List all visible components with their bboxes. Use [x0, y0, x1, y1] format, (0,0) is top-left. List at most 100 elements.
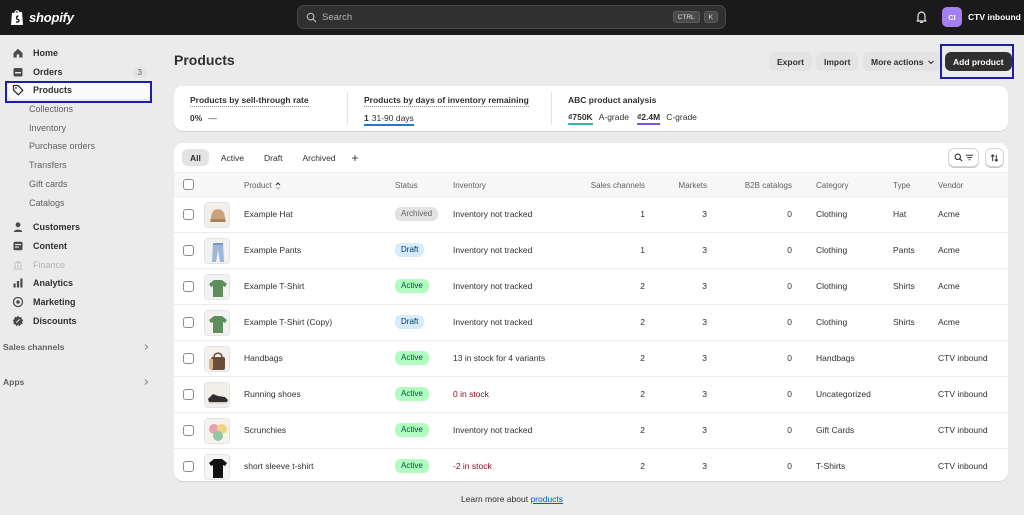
row-checkbox[interactable]: [183, 245, 194, 256]
row-checkbox[interactable]: [183, 353, 194, 364]
row-checkbox[interactable]: [183, 209, 194, 220]
store-avatar: CI: [942, 7, 962, 27]
learn-more-footer: Learn more about products: [0, 494, 1024, 504]
days-inventory-metric[interactable]: Products by days of inventory remaining …: [364, 95, 529, 126]
sales-channels-column-header[interactable]: Sales channels: [570, 181, 645, 190]
sales-channels-value: 2: [640, 425, 645, 435]
row-checkbox[interactable]: [183, 389, 194, 400]
products-help-link[interactable]: products: [530, 494, 563, 504]
product-name[interactable]: short sleeve t-shirt: [244, 461, 313, 471]
sidebar-item-collections[interactable]: Collections: [8, 100, 150, 118]
sales-channels-section[interactable]: Sales channels: [3, 340, 150, 354]
b2b-catalogs-column-header[interactable]: B2B catalogs: [722, 181, 792, 190]
table-row[interactable]: Example Pants Draft Inventory not tracked 1…: [174, 233, 1008, 269]
select-all-checkbox[interactable]: [183, 179, 194, 190]
markets-value: 3: [702, 245, 707, 255]
days-inventory-title: Products by days of inventory remaining: [364, 95, 529, 107]
sidebar-item-catalogs[interactable]: Catalogs: [8, 194, 150, 212]
product-column-header[interactable]: Product: [244, 181, 281, 190]
sidebar-item-discounts[interactable]: Discounts: [8, 312, 150, 330]
search-bar[interactable]: CTRL K: [297, 5, 726, 29]
sidebar-item-marketing[interactable]: Marketing: [8, 293, 150, 311]
status-column-header[interactable]: Status: [395, 181, 418, 190]
product-name[interactable]: Example T-Shirt (Copy): [244, 317, 332, 327]
learn-more-text: Learn more about: [460, 494, 529, 504]
markets-column-header[interactable]: Markets: [658, 181, 707, 190]
tab-active[interactable]: Active: [213, 149, 252, 166]
sidebar-item-label: Content: [33, 241, 67, 251]
b2b-catalogs-value: 0: [787, 425, 792, 435]
search-input[interactable]: [322, 11, 673, 23]
table-row[interactable]: Example T-Shirt Active Inventory not track…: [174, 269, 1008, 305]
sidebar-item-transfers[interactable]: Transfers: [8, 156, 150, 174]
vendor-value: CTV inbound: [938, 461, 988, 471]
tab-draft[interactable]: Draft: [256, 149, 290, 166]
sales-channels-value: 2: [640, 389, 645, 399]
days-inventory-range: 31-90 days: [371, 113, 414, 123]
sidebar-item-gift-cards[interactable]: Gift cards: [8, 175, 150, 193]
table-row[interactable]: Example Hat Archived Inventory not tracked…: [174, 197, 1008, 233]
sidebar-item-analytics[interactable]: Analytics: [8, 274, 150, 292]
vendor-value: CTV inbound: [938, 353, 988, 363]
sort-arrows-icon: [990, 153, 999, 162]
product-name[interactable]: Scrunchies: [244, 425, 286, 435]
product-name[interactable]: Handbags: [244, 353, 283, 363]
a-grade-value: ₫750K: [568, 112, 593, 125]
sidebar-item-purchase-orders[interactable]: Purchase orders: [8, 137, 150, 155]
row-checkbox[interactable]: [183, 461, 194, 472]
store-menu[interactable]: CI CTV inbound: [942, 7, 1021, 27]
bank-icon: [13, 260, 23, 270]
search-filter-button[interactable]: [948, 148, 979, 167]
add-view-button[interactable]: +: [348, 149, 363, 166]
sidebar-item-inventory[interactable]: Inventory: [8, 119, 150, 137]
product-name[interactable]: Running shoes: [244, 389, 301, 399]
category-column-header[interactable]: Category: [816, 181, 848, 190]
vendor-value: Acme: [938, 209, 960, 219]
metrics-card: Products by sell-through rate 0% — Produ…: [174, 86, 1008, 131]
vendor-column-header[interactable]: Vendor: [938, 181, 963, 190]
product-thumbnail: [204, 418, 230, 444]
abc-analysis-metric[interactable]: ABC product analysis ₫750K A-grade ₫2.4M…: [568, 95, 697, 125]
table-row[interactable]: short sleeve t-shirt Active -2 in stock 2 3 0…: [174, 449, 1008, 481]
table-row[interactable]: Scrunchies Active Inventory not tracked 2 3 0…: [174, 413, 1008, 449]
apps-section[interactable]: Apps: [3, 375, 150, 389]
sort-button[interactable]: [985, 148, 1004, 167]
markets-value: 3: [702, 317, 707, 327]
sales-channels-value: 1: [640, 245, 645, 255]
row-checkbox[interactable]: [183, 425, 194, 436]
sidebar-item-orders[interactable]: Orders 3: [8, 63, 150, 81]
inventory-column-header[interactable]: Inventory: [453, 181, 486, 190]
a-grade-label: A-grade: [598, 112, 629, 122]
shopify-logo[interactable]: shopify: [10, 9, 74, 26]
product-thumbnail: [204, 202, 230, 228]
import-button[interactable]: Import: [816, 52, 859, 71]
type-column-header[interactable]: Type: [893, 181, 910, 190]
notifications-bell-icon[interactable]: [915, 10, 928, 24]
export-label: Export: [777, 56, 804, 67]
table-row[interactable]: Handbags Active 13 in stock for 4 variants…: [174, 341, 1008, 377]
product-name[interactable]: Example T-Shirt: [244, 281, 304, 291]
row-checkbox[interactable]: [183, 317, 194, 328]
sidebar-item-customers[interactable]: Customers: [8, 218, 150, 236]
markets-value: 3: [702, 209, 707, 219]
chevron-right-icon: [144, 379, 149, 385]
product-name[interactable]: Example Hat: [244, 209, 293, 219]
more-actions-button[interactable]: More actions: [863, 52, 944, 71]
tab-archived[interactable]: Archived: [294, 149, 343, 166]
table-row[interactable]: Running shoes Active 0 in stock 2 3 0 Uncatego…: [174, 377, 1008, 413]
inventory-value: 0 in stock: [453, 389, 489, 399]
product-name[interactable]: Example Pants: [244, 245, 301, 255]
table-row[interactable]: Example T-Shirt (Copy) Draft Inventory not…: [174, 305, 1008, 341]
row-checkbox[interactable]: [183, 281, 194, 292]
category-value: Clothing: [816, 281, 848, 291]
sell-through-metric[interactable]: Products by sell-through rate 0% —: [190, 95, 309, 123]
sidebar-item-label: Gift cards: [29, 179, 68, 189]
sidebar-item-finance[interactable]: Finance: [8, 256, 150, 274]
status-badge: Active: [395, 351, 429, 365]
markets-value: 3: [702, 389, 707, 399]
sidebar-item-content[interactable]: Content: [8, 237, 150, 255]
tab-all[interactable]: All: [182, 149, 209, 166]
export-button[interactable]: Export: [769, 52, 812, 71]
markets-value: 3: [702, 425, 707, 435]
sidebar-item-home[interactable]: Home: [8, 44, 150, 62]
